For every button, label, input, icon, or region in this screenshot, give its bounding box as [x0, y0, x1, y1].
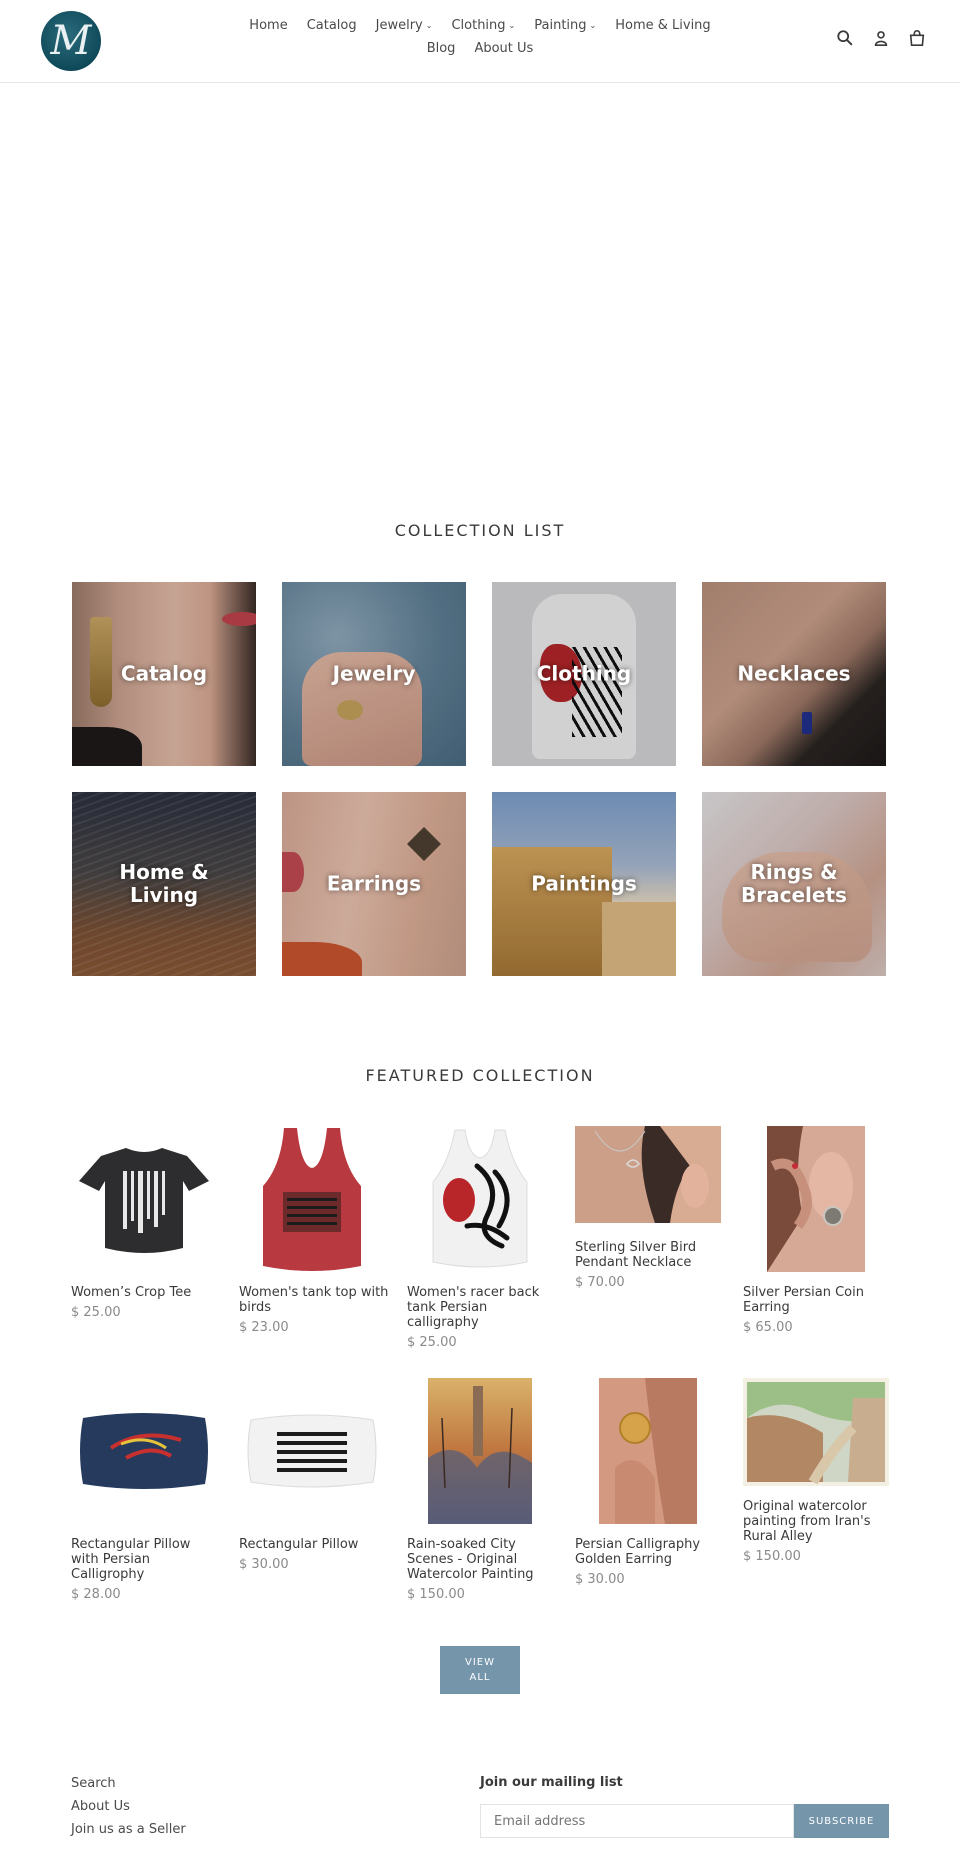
product-image-racer-tank — [432, 1129, 528, 1268]
product-title: Silver Persian Coin Earring — [743, 1285, 864, 1315]
chevron-down-icon: ⌄ — [589, 21, 597, 30]
main-nav: Home Catalog Jewelry ⌄ Clothing ⌄ Painting… — [0, 18, 960, 64]
chevron-down-icon: ⌄ — [425, 21, 433, 30]
product-price: $ 30.00 — [239, 1557, 289, 1572]
header-icons — [836, 29, 926, 47]
product-title: Women's tank top with birds — [239, 1285, 389, 1315]
nav-label: Home — [249, 18, 288, 33]
product-title: Rectangular Pillow — [239, 1537, 359, 1552]
collection-list-title: COLLECTION LIST — [394, 521, 566, 540]
product-image-rectangular-pillow — [247, 1414, 377, 1488]
nav-label: Blog — [426, 41, 456, 56]
account-icon[interactable] — [872, 29, 890, 47]
product-price: $ 65.00 — [743, 1320, 793, 1335]
nav-item-catalog[interactable]: Catalog — [307, 18, 357, 34]
product-card[interactable]: Rectangular Pillow with Persian Calligro… — [71, 1378, 217, 1618]
collection-tile-rings-bracelets[interactable]: Rings & Bracelets — [702, 792, 886, 976]
nav-label: Jewelry — [375, 18, 423, 33]
product-image-coin-earring — [767, 1126, 865, 1272]
collection-label: Jewelry — [332, 661, 416, 686]
product-image-bird-necklace — [575, 1126, 721, 1223]
nav-item-home[interactable]: Home — [249, 18, 287, 34]
product-card[interactable]: Women’s Crop Tee $ 25.00 — [71, 1126, 217, 1366]
collection-tile-jewelry[interactable]: Jewelry — [282, 582, 466, 766]
product-image-tank-birds — [263, 1128, 361, 1271]
nav-item-about-us[interactable]: About Us — [474, 41, 533, 57]
collection-tile-earrings[interactable]: Earrings — [282, 792, 466, 976]
footer-link-join-seller[interactable]: Join us as a Seller — [71, 1822, 186, 1837]
collection-tile-clothing[interactable]: Clothing — [492, 582, 676, 766]
nav-item-home-living[interactable]: Home & Living — [615, 18, 710, 34]
mailing-list-title: Join our mailing list — [480, 1775, 623, 1790]
collection-label: Home & Living — [119, 860, 209, 907]
view-all-label-2: ALL — [469, 1672, 491, 1683]
nav-row-1: Home Catalog Jewelry ⌄ Clothing ⌄ Painting… — [0, 18, 960, 34]
product-image-calligraphy-pillow — [80, 1413, 208, 1489]
collection-label: Rings & Bracelets — [741, 860, 847, 907]
subscribe-button[interactable]: SUBSCRIBE — [794, 1804, 889, 1838]
product-price: $ 30.00 — [575, 1572, 625, 1587]
product-card[interactable]: Sterling Silver Bird Pendant Necklace $ … — [575, 1126, 721, 1366]
collection-tile-necklaces[interactable]: Necklaces — [702, 582, 886, 766]
product-card[interactable]: Women's racer back tank Persian calligra… — [407, 1126, 553, 1366]
nav-item-clothing[interactable]: Clothing ⌄ — [451, 18, 515, 34]
product-title: Original watercolor painting from Iran's… — [743, 1499, 871, 1544]
collection-label: Necklaces — [737, 661, 851, 686]
collection-label: Clothing — [536, 661, 632, 686]
view-all-button[interactable]: VIEW ALL — [440, 1646, 520, 1694]
product-price: $ 150.00 — [743, 1549, 801, 1564]
product-price: $ 25.00 — [71, 1305, 121, 1320]
nav-label: Painting — [534, 18, 587, 33]
product-image-golden-earring — [599, 1378, 697, 1524]
nav-label: About Us — [474, 41, 534, 56]
product-card[interactable]: Persian Calligraphy Golden Earring $ 30.… — [575, 1378, 721, 1618]
collection-tile-paintings[interactable]: Paintings — [492, 792, 676, 976]
collection-label: Earrings — [326, 871, 422, 896]
nav-item-blog[interactable]: Blog — [427, 41, 456, 57]
product-title: Persian Calligraphy Golden Earring — [575, 1537, 701, 1567]
nav-label: Catalog — [306, 18, 357, 33]
product-title: Rectangular Pillow with Persian Calligro… — [71, 1537, 191, 1582]
view-all-label-1: VIEW — [465, 1657, 495, 1668]
nav-item-painting[interactable]: Painting ⌄ — [534, 18, 596, 34]
cart-icon[interactable] — [908, 29, 926, 47]
collection-label: Paintings — [531, 871, 637, 896]
product-price: $ 70.00 — [575, 1275, 625, 1290]
product-price: $ 23.00 — [239, 1320, 289, 1335]
product-card[interactable]: Women's tank top with birds $ 23.00 — [239, 1126, 388, 1366]
nav-label: Home & Living — [615, 18, 711, 33]
email-field[interactable] — [480, 1804, 794, 1838]
product-title: Rain-soaked City Scenes - Original Water… — [407, 1537, 534, 1582]
product-card[interactable]: Silver Persian Coin Earring $ 65.00 — [743, 1126, 889, 1366]
product-title: Sterling Silver Bird Pendant Necklace — [575, 1240, 697, 1270]
site-header: M Home Catalog Jewelry ⌄ Clothing ⌄ Painti… — [0, 0, 960, 83]
search-icon[interactable] — [836, 29, 854, 47]
footer-link-about-us[interactable]: About Us — [71, 1799, 130, 1814]
collection-label: Catalog — [120, 661, 208, 686]
product-price: $ 28.00 — [71, 1587, 121, 1602]
product-image-crop-tee — [79, 1148, 209, 1253]
nav-label: Clothing — [451, 18, 506, 33]
product-price: $ 25.00 — [407, 1335, 457, 1350]
product-card[interactable]: Rain-soaked City Scenes - Original Water… — [407, 1378, 553, 1618]
product-image-rain-soaked-city — [428, 1378, 532, 1524]
collection-tile-home-living[interactable]: Home & Living — [72, 792, 256, 976]
chevron-down-icon: ⌄ — [508, 21, 516, 30]
nav-item-jewelry[interactable]: Jewelry ⌄ — [376, 18, 433, 34]
product-card[interactable]: Original watercolor painting from Iran's… — [743, 1378, 889, 1618]
footer-link-search[interactable]: Search — [71, 1776, 116, 1791]
product-title: Women’s Crop Tee — [71, 1285, 192, 1300]
product-price: $ 150.00 — [407, 1587, 465, 1602]
collection-tile-catalog[interactable]: Catalog — [72, 582, 256, 766]
nav-row-2: Blog About Us — [0, 41, 960, 57]
product-title: Women's racer back tank Persian calligra… — [407, 1285, 540, 1330]
product-card[interactable]: Rectangular Pillow $ 30.00 — [239, 1378, 385, 1618]
product-image-rural-alley — [743, 1378, 889, 1486]
featured-collection-title: FEATURED COLLECTION — [365, 1066, 595, 1085]
